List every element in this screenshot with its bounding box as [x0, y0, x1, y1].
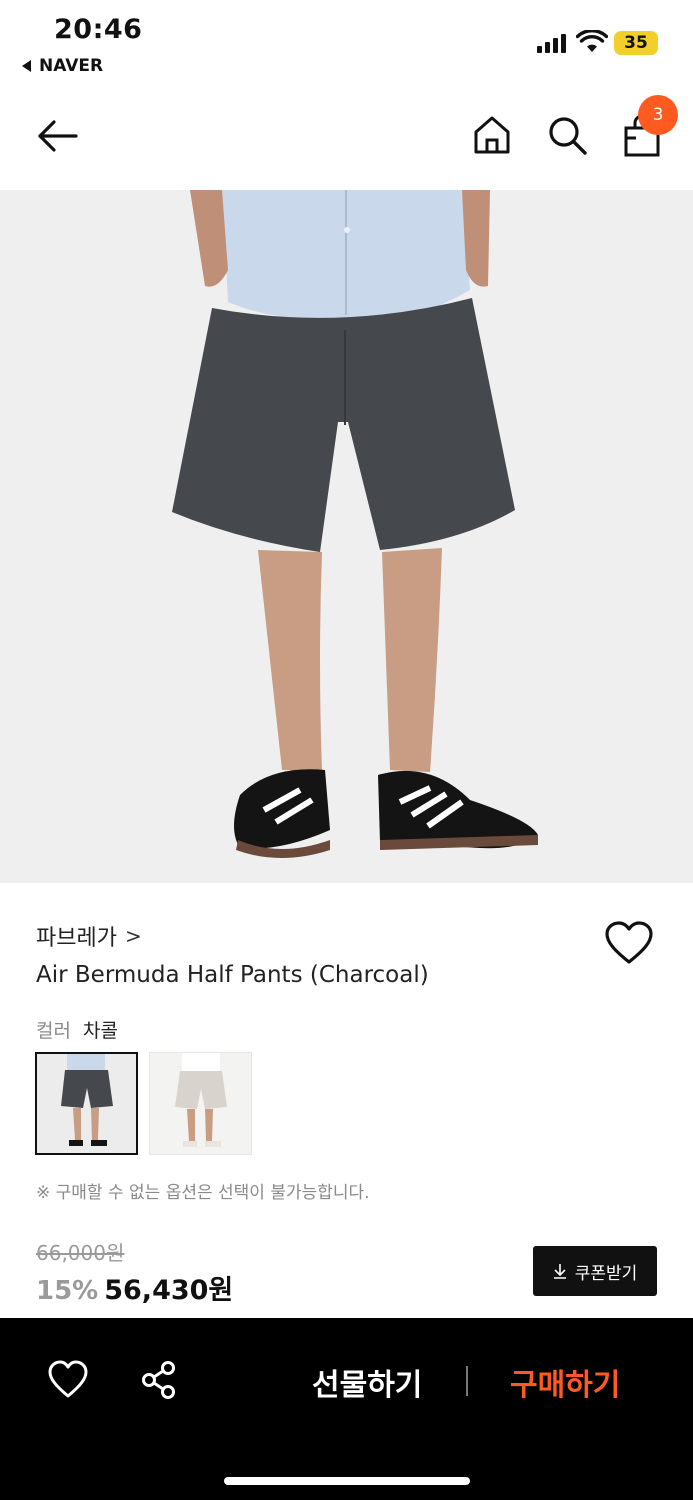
download-icon [553, 1264, 566, 1279]
selected-color: 차콜 [82, 1020, 118, 1042]
option-notice: ※ 구매할 수 없는 옵션은 선택이 불가능합니다. [36, 1183, 370, 1203]
share-icon[interactable] [140, 1360, 178, 1400]
product-photo-illustration [0, 190, 693, 883]
color-option-row: 컬러 차콜 [36, 1016, 118, 1043]
wifi-icon [576, 30, 608, 52]
color-swatch-beige[interactable] [149, 1052, 252, 1155]
bottom-action-bar: 선물하기 구매하기 [0, 1318, 693, 1500]
product-main-image[interactable] [0, 190, 693, 883]
back-app-label: NAVER [39, 56, 104, 76]
swatch-beige-thumbnail [150, 1053, 251, 1154]
battery-indicator: 35 [614, 31, 658, 55]
home-icon[interactable] [472, 114, 512, 156]
coupon-label: 쿠폰받기 [574, 1263, 638, 1284]
top-nav [0, 98, 693, 188]
discount-rate: 15% [36, 1276, 99, 1306]
swatch-charcoal-thumbnail [37, 1054, 136, 1153]
brand-name: 파브레가 [36, 926, 117, 951]
status-time: 20:46 [54, 14, 143, 45]
status-bar: 20:46 NAVER 35 [0, 0, 693, 90]
chevron-right-icon: > [124, 924, 142, 948]
gift-button[interactable]: 선물하기 [312, 1360, 422, 1404]
original-price: 66,000원 [36, 1241, 125, 1265]
back-triangle-icon [22, 60, 31, 72]
home-indicator[interactable] [224, 1477, 470, 1485]
search-icon[interactable] [546, 114, 588, 156]
like-heart-icon[interactable] [48, 1360, 88, 1400]
back-arrow-icon[interactable] [34, 116, 80, 156]
brand-link[interactable]: 파브레가 > [36, 920, 142, 952]
wishlist-heart-icon[interactable] [604, 920, 654, 966]
action-divider [466, 1366, 468, 1396]
color-swatch-charcoal[interactable] [35, 1052, 138, 1155]
color-label: 컬러 [36, 1020, 71, 1042]
sale-price: 56,430원 [104, 1275, 234, 1306]
coupon-download-button[interactable]: 쿠폰받기 [533, 1246, 657, 1296]
cart-count-badge: 3 [638, 95, 678, 135]
back-to-app-link[interactable]: NAVER [22, 56, 103, 76]
signal-icon [537, 33, 566, 53]
price-row: 15% 56,430원 [36, 1268, 233, 1307]
buy-button[interactable]: 구매하기 [510, 1360, 620, 1404]
product-title: Air Bermuda Half Pants (Charcoal) [36, 962, 429, 988]
